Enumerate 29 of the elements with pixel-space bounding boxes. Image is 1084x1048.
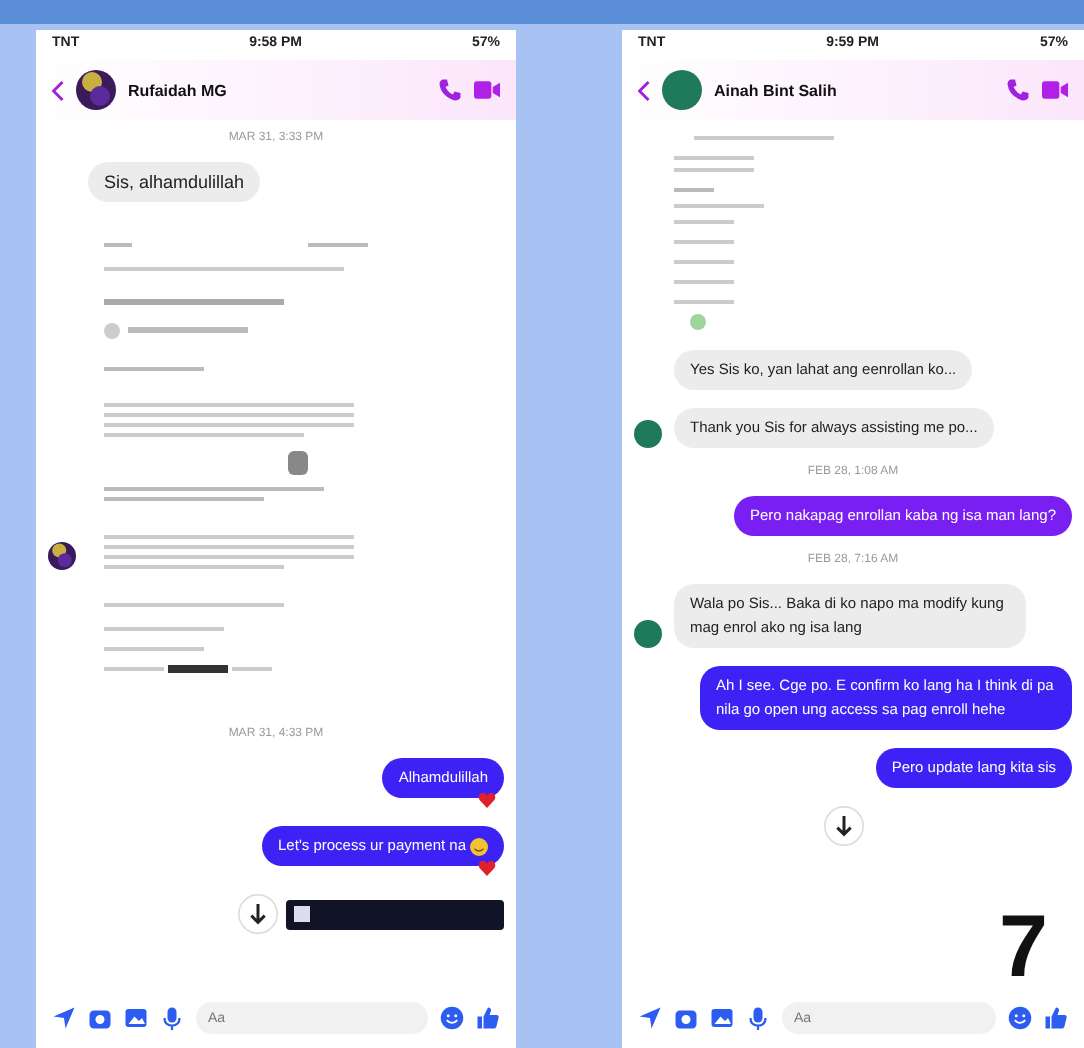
smiley-icon[interactable] [1008,1006,1032,1030]
image-icon[interactable] [124,1006,148,1030]
back-icon[interactable] [52,79,64,101]
thumbs-up-icon[interactable] [1044,1006,1068,1030]
contact-name: Ainah Bint Salih [714,81,839,99]
scroll-down-button[interactable] [238,894,278,934]
microphone-icon[interactable] [746,1006,770,1030]
app-icon [294,906,310,922]
navigation-arrow-icon[interactable] [638,1006,662,1030]
camera-icon[interactable] [88,1006,112,1030]
phone-icon[interactable] [438,78,462,102]
back-icon[interactable] [638,79,650,101]
phone-icon[interactable] [1006,78,1030,102]
avatar-icon [662,70,702,110]
smiley-icon[interactable] [440,1006,464,1030]
received-message: Sis, alhamdulillah [88,162,261,202]
smiley-icon [470,837,488,855]
navigation-arrow-icon[interactable] [52,1006,76,1030]
image-icon[interactable] [710,1006,734,1030]
microphone-icon[interactable] [160,1006,184,1030]
video-camera-icon[interactable] [474,78,500,102]
heart-icon [478,860,496,876]
video-camera-icon[interactable] [1042,78,1068,102]
overlay-number: 7 [999,904,1048,992]
contact-name: Rufaidah MG [128,81,229,99]
camera-icon[interactable] [674,1006,698,1030]
scroll-down-button[interactable] [824,806,864,846]
thumbs-up-icon[interactable] [476,1006,500,1030]
heart-icon [478,792,496,808]
